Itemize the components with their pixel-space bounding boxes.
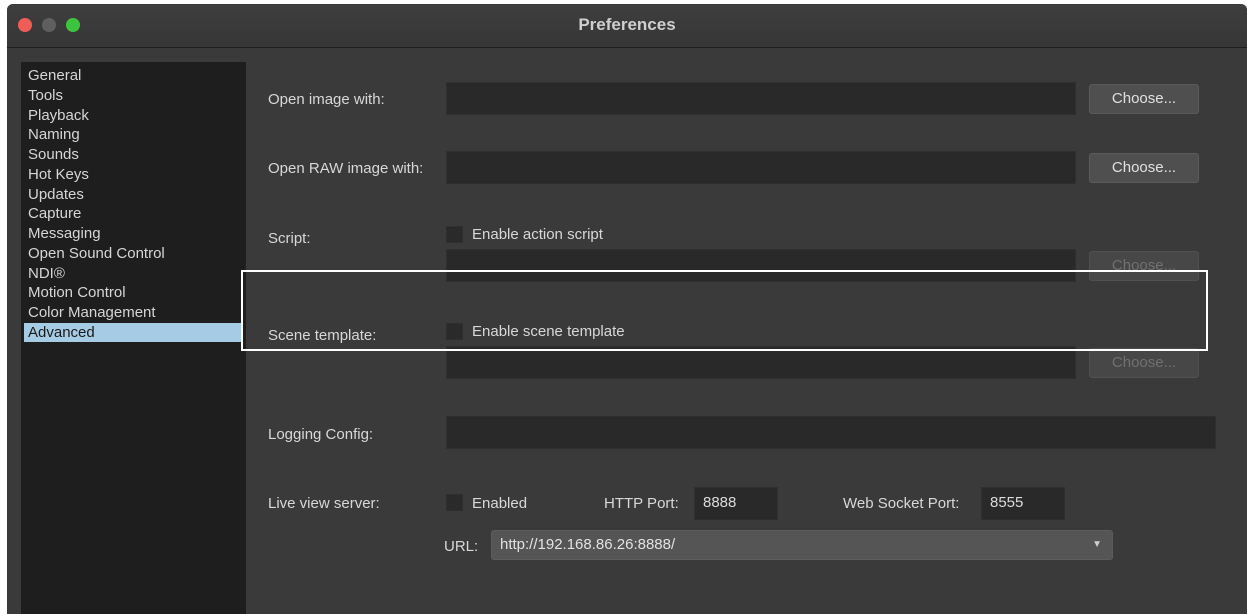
sidebar-item-ndi[interactable]: NDI® [24, 264, 243, 283]
sidebar-item-hot-keys[interactable]: Hot Keys [24, 165, 243, 184]
open-raw-choose-button[interactable]: Choose... [1089, 153, 1199, 183]
open-image-label: Open image with: [268, 91, 385, 108]
preferences-sidebar: General Tools Playback Naming Sounds Hot… [21, 62, 246, 614]
open-image-choose-button[interactable]: Choose... [1089, 84, 1199, 114]
live-view-enabled-checkbox[interactable] [446, 494, 463, 511]
sidebar-item-sounds[interactable]: Sounds [24, 145, 243, 164]
sidebar-item-open-sound-control[interactable]: Open Sound Control [24, 244, 243, 263]
open-raw-field[interactable] [446, 151, 1076, 184]
window-title: Preferences [578, 15, 676, 34]
enable-action-script-checkbox[interactable] [446, 226, 463, 243]
http-port-label: HTTP Port: [604, 495, 679, 512]
web-socket-port-field[interactable]: 8555 [981, 487, 1065, 520]
sidebar-item-updates[interactable]: Updates [24, 185, 243, 204]
logging-config-label: Logging Config: [268, 426, 374, 443]
open-raw-label: Open RAW image with: [268, 160, 424, 177]
http-port-field[interactable]: 8888 [694, 487, 778, 520]
logging-config-field[interactable] [446, 416, 1216, 449]
script-label: Script: [268, 230, 311, 247]
sidebar-item-naming[interactable]: Naming [24, 125, 243, 144]
sidebar-item-motion-control[interactable]: Motion Control [24, 283, 243, 302]
title-bar: Preferences [7, 4, 1247, 48]
sidebar-item-capture[interactable]: Capture [24, 204, 243, 223]
chevron-down-icon: ▼ [1092, 539, 1102, 550]
sidebar-item-tools[interactable]: Tools [24, 86, 243, 105]
scene-template-choose-button[interactable]: Choose... [1089, 348, 1199, 378]
url-value: http://192.168.86.26:8888/ [500, 536, 676, 553]
highlight-frame [241, 270, 1208, 351]
sidebar-item-playback[interactable]: Playback [24, 106, 243, 125]
url-label: URL: [444, 538, 479, 555]
live-view-enabled-label[interactable]: Enabled [472, 495, 527, 512]
sidebar-item-general[interactable]: General [24, 66, 243, 85]
url-select[interactable]: http://192.168.86.26:8888/ ▼ [491, 530, 1113, 560]
web-socket-port-label: Web Socket Port: [843, 495, 960, 512]
open-image-field[interactable] [446, 82, 1076, 115]
live-view-server-label: Live view server: [268, 495, 380, 512]
sidebar-item-advanced[interactable]: Advanced [24, 323, 243, 342]
sidebar-item-color-management[interactable]: Color Management [24, 303, 243, 322]
sidebar-item-messaging[interactable]: Messaging [24, 224, 243, 243]
enable-action-script-label[interactable]: Enable action script [472, 226, 603, 243]
